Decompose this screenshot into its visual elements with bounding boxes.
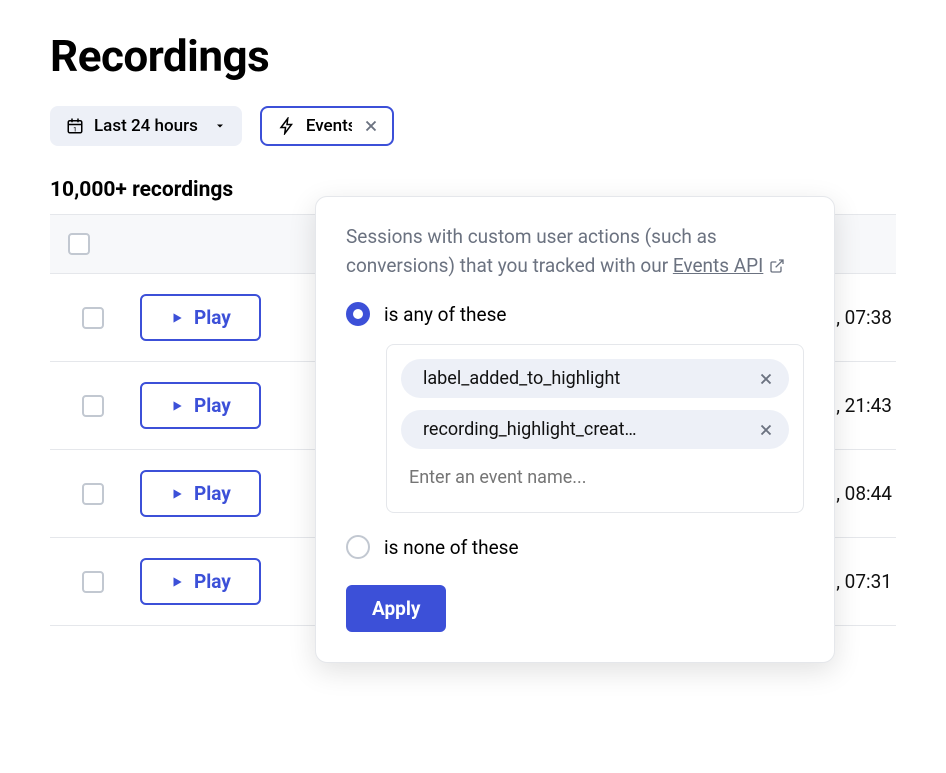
popover-description: Sessions with custom user actions (such … <box>346 223 804 280</box>
events-filter-popover: Sessions with custom user actions (such … <box>315 196 835 663</box>
date-range-label: Last 24 hours <box>94 116 198 136</box>
play-button[interactable]: Play <box>140 558 261 605</box>
calendar-icon: 1 <box>66 117 84 135</box>
radio-none-label: is none of these <box>384 536 519 559</box>
row-checkbox[interactable] <box>82 307 104 329</box>
chevron-down-icon <box>214 120 226 132</box>
play-button[interactable]: Play <box>140 470 261 517</box>
radio-any-label: is any of these <box>384 303 506 326</box>
selected-events-box: label_added_to_highlight recording_highl… <box>386 344 804 513</box>
external-link-icon <box>769 258 785 274</box>
close-icon[interactable] <box>757 370 775 388</box>
events-filter[interactable]: Events <box>260 106 394 146</box>
row-checkbox[interactable] <box>82 395 104 417</box>
play-icon <box>170 487 184 501</box>
date-range-filter[interactable]: 1 Last 24 hours <box>50 106 242 146</box>
apply-button[interactable]: Apply <box>346 585 446 632</box>
row-checkbox[interactable] <box>82 483 104 505</box>
row-checkbox[interactable] <box>82 571 104 593</box>
play-label: Play <box>194 570 231 593</box>
events-api-link[interactable]: Events API <box>673 252 786 281</box>
radio-option-any[interactable]: is any of these <box>346 302 804 326</box>
play-icon <box>170 575 184 589</box>
play-icon <box>170 399 184 413</box>
event-chip: recording_highlight_creat… <box>401 410 789 449</box>
radio-any[interactable] <box>346 302 370 326</box>
event-chip: label_added_to_highlight <box>401 359 789 398</box>
play-button[interactable]: Play <box>140 294 261 341</box>
play-label: Play <box>194 306 231 329</box>
events-filter-label: Events <box>306 116 352 136</box>
play-icon <box>170 311 184 325</box>
lightning-icon <box>278 117 296 135</box>
event-name-input[interactable] <box>401 461 789 494</box>
filter-bar: 1 Last 24 hours Events <box>50 106 896 146</box>
svg-text:1: 1 <box>73 126 76 133</box>
page-title: Recordings <box>50 30 896 82</box>
radio-option-none[interactable]: is none of these <box>346 535 804 559</box>
play-button[interactable]: Play <box>140 382 261 429</box>
select-all-checkbox[interactable] <box>68 233 90 255</box>
event-chip-label: recording_highlight_creat… <box>423 419 637 440</box>
play-label: Play <box>194 394 231 417</box>
play-label: Play <box>194 482 231 505</box>
radio-none[interactable] <box>346 535 370 559</box>
event-chip-label: label_added_to_highlight <box>423 368 620 389</box>
close-icon[interactable] <box>757 421 775 439</box>
close-icon[interactable] <box>362 117 380 135</box>
